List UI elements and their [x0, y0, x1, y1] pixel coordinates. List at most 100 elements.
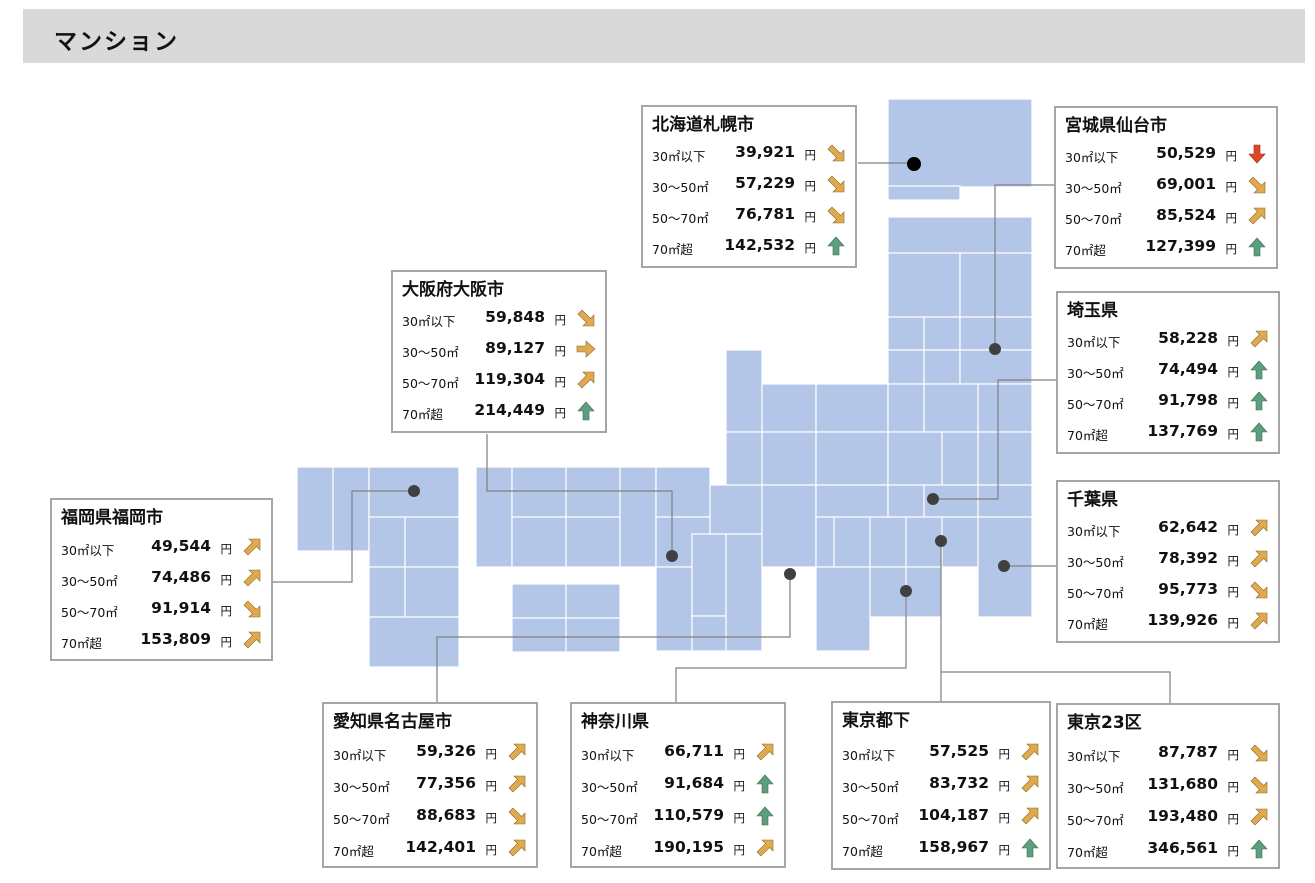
price-unit: 円: [1227, 616, 1240, 630]
price-row: 50～70㎡ 91,798 円: [1067, 385, 1270, 416]
size-label: 30㎡以下: [1067, 335, 1121, 350]
city-marker: [927, 493, 939, 505]
price-unit: 円: [733, 779, 746, 793]
arrow-up-right-icon: [1248, 207, 1266, 225]
map-tile: [565, 516, 621, 568]
map-tile: [511, 516, 567, 568]
map-tile: [887, 252, 961, 318]
price-value: 50,529: [1156, 144, 1216, 162]
price-unit: 円: [554, 406, 567, 420]
price-value: 78,392: [1158, 549, 1218, 567]
size-label: 50～70㎡: [402, 376, 459, 391]
map-tile: [565, 583, 621, 619]
arrow-down-right-icon: [243, 600, 261, 618]
price-value: 158,967: [918, 838, 989, 856]
arrow-up-right-icon: [508, 775, 526, 793]
price-unit: 円: [485, 811, 498, 825]
price-value: 190,195: [653, 838, 724, 856]
map-tile: [887, 98, 1033, 188]
size-label: 50～70㎡: [652, 211, 709, 226]
arrow-down-right-icon: [1248, 176, 1266, 194]
map-tile: [296, 466, 334, 552]
price-value: 87,787: [1158, 743, 1218, 761]
price-row: 70㎡超 139,926 円: [1067, 605, 1270, 636]
arrow-up-right-icon: [1250, 808, 1268, 826]
price-value: 85,524: [1156, 206, 1216, 224]
size-label: 30㎡以下: [1067, 749, 1121, 764]
arrow-up-right-icon: [1250, 519, 1268, 537]
price-unit: 円: [804, 148, 817, 162]
price-unit: 円: [1227, 427, 1240, 441]
map-tile: [815, 516, 835, 568]
price-value: 214,449: [474, 401, 545, 419]
city-marker: [935, 535, 947, 547]
city-marker: [907, 157, 921, 171]
price-unit: 円: [1227, 812, 1240, 826]
price-unit: 円: [220, 635, 233, 649]
price-value: 83,732: [929, 774, 989, 792]
arrow-up-right-icon: [577, 371, 595, 389]
map-tile: [691, 533, 727, 617]
map-tile: [923, 316, 961, 351]
arrow-up-right-icon: [1250, 330, 1268, 348]
price-value: 57,229: [735, 174, 795, 192]
arrow-up-icon: [1250, 839, 1268, 859]
price-value: 91,684: [664, 774, 724, 792]
price-unit: 円: [1227, 365, 1240, 379]
region-panel-kanagawa: 神奈川県 30㎡以下 66,711 円 30～50㎡ 91,684 円 50～70㎡ 110,5…: [570, 702, 786, 868]
price-row: 30～50㎡ 74,494 円: [1067, 354, 1270, 385]
price-row: 30㎡以下 59,326 円: [333, 736, 528, 767]
price-unit: 円: [998, 843, 1011, 857]
arrow-up-icon: [1250, 360, 1268, 380]
region-name: 宮城県仙台市: [1065, 116, 1167, 136]
arrow-up-right-icon: [508, 839, 526, 857]
size-label: 30㎡以下: [581, 748, 635, 763]
price-value: 39,921: [735, 143, 795, 161]
price-value: 74,486: [151, 568, 211, 586]
arrow-up-right-icon: [1021, 807, 1039, 825]
price-value: 74,494: [1158, 360, 1218, 378]
region-panel-osaka: 大阪府大阪市 30㎡以下 59,848 円 30～50㎡ 89,127 円 50～70㎡ 119…: [391, 270, 607, 433]
price-value: 49,544: [151, 537, 211, 555]
map-tile: [941, 516, 979, 568]
price-row: 30～50㎡ 77,356 円: [333, 768, 528, 799]
price-row: 70㎡超 214,449 円: [402, 395, 597, 426]
map-tile: [475, 466, 513, 568]
map-tile: [923, 349, 961, 385]
region-panel-sapporo: 北海道札幌市 30㎡以下 39,921 円 30～50㎡ 57,229 円 50～70㎡ 76,…: [641, 105, 857, 268]
arrow-down-right-icon: [577, 309, 595, 327]
arrow-up-icon: [1250, 391, 1268, 411]
price-row: 50～70㎡ 95,773 円: [1067, 574, 1270, 605]
map-tile: [368, 616, 460, 668]
arrow-up-right-icon: [243, 538, 261, 556]
price-unit: 円: [998, 811, 1011, 825]
price-value: 119,304: [474, 370, 545, 388]
map-tile: [887, 383, 925, 433]
price-value: 89,127: [485, 339, 545, 357]
price-row: 30㎡以下 49,544 円: [61, 531, 263, 562]
price-row: 30㎡以下 62,642 円: [1067, 512, 1270, 543]
price-value: 153,809: [140, 630, 211, 648]
price-value: 139,926: [1147, 611, 1218, 629]
size-label: 30㎡以下: [61, 543, 115, 558]
price-unit: 円: [1225, 211, 1238, 225]
price-value: 95,773: [1158, 580, 1218, 598]
size-label: 30～50㎡: [1067, 366, 1124, 381]
map-tile: [959, 252, 1033, 318]
map-tile: [655, 466, 711, 518]
price-row: 50～70㎡ 110,579 円: [581, 800, 776, 831]
price-row: 30～50㎡ 83,732 円: [842, 768, 1041, 799]
city-marker: [784, 568, 796, 580]
price-value: 57,525: [929, 742, 989, 760]
region-panel-fukuoka: 福岡県福岡市 30㎡以下 49,544 円 30～50㎡ 74,486 円 50～70㎡ 91,…: [50, 498, 273, 661]
map-tile: [815, 484, 889, 518]
map-tile: [655, 566, 693, 652]
map-tile: [761, 431, 817, 486]
map-tile: [887, 216, 1033, 254]
price-row: 30～50㎡ 89,127 円: [402, 333, 597, 364]
arrow-up-right-icon: [1021, 775, 1039, 793]
size-label: 50～70㎡: [581, 812, 638, 827]
region-name: 大阪府大阪市: [402, 280, 504, 300]
size-label: 70㎡超: [61, 636, 102, 651]
map-tile: [511, 583, 567, 619]
